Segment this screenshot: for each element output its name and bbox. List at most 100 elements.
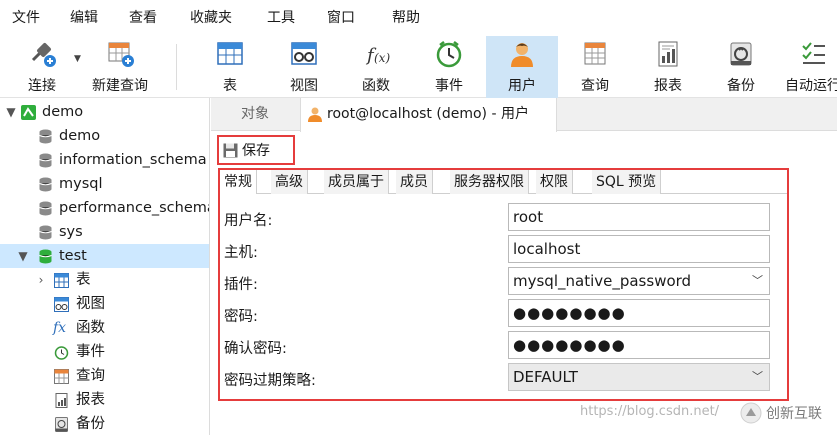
- function-icon: fx: [53, 320, 67, 336]
- toolbar-new-query-button[interactable]: 新建查询: [86, 36, 154, 98]
- tab-member-of[interactable]: 成员属于: [324, 170, 389, 194]
- menu-favorites[interactable]: 收藏夹: [184, 0, 232, 36]
- tree-item-events[interactable]: 事件: [0, 340, 209, 364]
- chevron-right-icon[interactable]: ›: [34, 268, 48, 292]
- tree-db-test[interactable]: ▼ test: [0, 244, 209, 268]
- backup-icon: [55, 417, 68, 432]
- toolbar-automation-button[interactable]: 自动运行: [779, 36, 837, 98]
- tree-item-functions[interactable]: fx 函数: [0, 316, 209, 340]
- query-icon: [584, 42, 606, 65]
- object-toolbar: 保存: [211, 132, 837, 168]
- brand-name: 创新互联: [766, 406, 822, 422]
- tree-item-queries[interactable]: 查询: [0, 364, 209, 388]
- view-icon: [291, 42, 317, 65]
- save-button-label: 保存: [242, 143, 270, 159]
- connect-dropdown-chevron-icon[interactable]: ▼: [74, 54, 81, 64]
- toolbar-report-label: 报表: [654, 78, 682, 94]
- form-row-host: 主机: localhost: [220, 235, 787, 265]
- toolbar-user-button[interactable]: 用户: [486, 36, 558, 98]
- menu-tools[interactable]: 工具: [261, 0, 295, 36]
- tree-db-sys[interactable]: sys: [0, 220, 209, 244]
- toolbar-event-label: 事件: [435, 78, 463, 94]
- tree-connection-demo[interactable]: ▼ demo: [0, 100, 209, 124]
- tree-item-backups[interactable]: 备份: [0, 412, 209, 435]
- toolbar-backup-button[interactable]: 备份: [705, 36, 777, 98]
- tab-privileges[interactable]: 权限: [536, 170, 573, 194]
- tree-connection-label: demo: [42, 104, 84, 120]
- host-input[interactable]: localhost: [508, 235, 770, 263]
- tab-user-editor[interactable]: root@localhost (demo) - 用户: [300, 98, 557, 132]
- toolbar-function-label: 函数: [362, 78, 390, 94]
- brand-logo: 创新互联: [740, 402, 822, 424]
- table-icon: [217, 42, 243, 65]
- tree-item-reports[interactable]: 报表: [0, 388, 209, 412]
- toolbar-table-label: 表: [223, 78, 237, 94]
- database-open-icon: [39, 249, 52, 264]
- toolbar-function-button[interactable]: f (x) 函数: [340, 36, 412, 98]
- tab-server-privileges[interactable]: 服务器权限: [450, 170, 529, 194]
- tab-general[interactable]: 常规: [220, 170, 257, 194]
- database-icon: [39, 153, 52, 168]
- menu-help[interactable]: 帮助: [386, 0, 420, 36]
- tree-db-mysql[interactable]: mysql: [0, 172, 209, 196]
- tree-db-information-schema[interactable]: information_schema: [0, 148, 209, 172]
- plugin-label: 插件:: [224, 277, 258, 293]
- report-icon: [658, 41, 678, 67]
- database-icon: [39, 201, 52, 216]
- toolbar-report-button[interactable]: 报表: [632, 36, 704, 98]
- toolbar-view-button[interactable]: 视图: [268, 36, 340, 98]
- report-icon: [55, 393, 68, 408]
- tab-objects[interactable]: 对象: [211, 98, 299, 131]
- database-icon: [39, 129, 52, 144]
- tree-db-demo[interactable]: demo: [0, 124, 209, 148]
- chevron-down-icon[interactable]: ▼: [4, 100, 18, 124]
- main-toolbar: 连接 ▼ 新建查询 表 视图 f (x) 函数 事件 用户 查询 报表 备份 自…: [0, 36, 837, 98]
- confirm-password-input[interactable]: ●●●●●●●●: [508, 331, 770, 359]
- tree-db-label: information_schema: [59, 152, 207, 168]
- function-icon: f (x): [365, 45, 390, 66]
- tree-db-performance-schema[interactable]: performance_schema: [0, 196, 209, 220]
- brand-logo-icon: [740, 402, 762, 424]
- username-input[interactable]: root: [508, 203, 770, 231]
- plugin-select-value: mysql_native_password: [513, 272, 692, 290]
- confirm-password-label: 确认密码:: [224, 341, 287, 357]
- tree-item-tables[interactable]: › 表: [0, 268, 209, 292]
- plugin-select[interactable]: mysql_native_password ﹀: [508, 267, 770, 295]
- toolbar-connect-button[interactable]: 连接: [14, 36, 70, 98]
- database-icon: [39, 225, 52, 240]
- tree-item-views[interactable]: 视图: [0, 292, 209, 316]
- menu-edit[interactable]: 编辑: [64, 0, 98, 36]
- new-query-icon: [108, 42, 134, 67]
- menu-bar: 文件 编辑 查看 收藏夹 工具 窗口 帮助: [0, 0, 837, 36]
- menu-view[interactable]: 查看: [123, 0, 157, 36]
- username-label: 用户名:: [224, 213, 273, 229]
- svg-text:(x): (x): [374, 51, 390, 65]
- tab-members[interactable]: 成员: [396, 170, 433, 194]
- toolbar-user-label: 用户: [508, 78, 536, 94]
- user-icon: [511, 43, 533, 67]
- chevron-down-icon[interactable]: ﹀: [752, 268, 763, 294]
- tree-item-label: 视图: [76, 296, 105, 312]
- chevron-down-icon[interactable]: ▼: [16, 244, 30, 268]
- toolbar-table-button[interactable]: 表: [194, 36, 266, 98]
- tab-sql-preview[interactable]: SQL 预览: [592, 170, 662, 194]
- tree-item-label: 函数: [76, 320, 105, 336]
- form-row-username: 用户名: root: [220, 203, 787, 233]
- toolbar-query-button[interactable]: 查询: [559, 36, 631, 98]
- expire-policy-select[interactable]: DEFAULT ﹀: [508, 363, 770, 391]
- toolbar-event-button[interactable]: 事件: [413, 36, 485, 98]
- menu-window[interactable]: 窗口: [321, 0, 355, 36]
- automation-icon: [802, 42, 825, 64]
- table-icon: [54, 273, 69, 288]
- tab-advanced[interactable]: 高级: [271, 170, 308, 194]
- menu-file[interactable]: 文件: [6, 0, 40, 36]
- connect-icon: [31, 43, 56, 67]
- password-label: 密码:: [224, 309, 258, 325]
- chevron-down-icon[interactable]: ﹀: [752, 364, 763, 390]
- event-clock-icon: [54, 346, 69, 360]
- save-button[interactable]: 保存: [217, 135, 295, 165]
- tree-item-label: 事件: [76, 344, 105, 360]
- tree-item-label: 报表: [76, 392, 105, 408]
- save-disk-icon: [223, 143, 238, 157]
- password-input[interactable]: ●●●●●●●●: [508, 299, 770, 327]
